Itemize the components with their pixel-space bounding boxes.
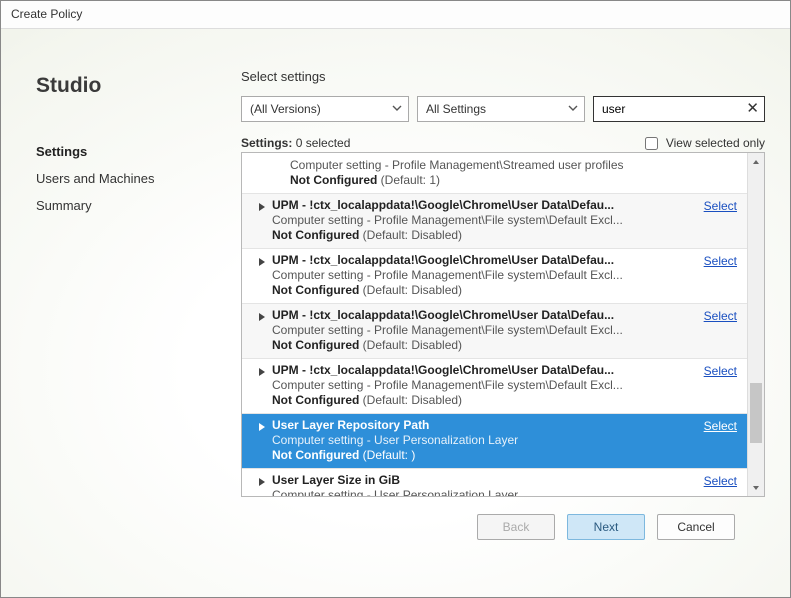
list-item[interactable]: UPM - !ctx_localappdata!\Google\Chrome\U…: [242, 194, 747, 249]
search-box[interactable]: ✕: [593, 96, 765, 122]
versions-dropdown-value: (All Versions): [250, 102, 321, 116]
wizard-content: Select settings (All Versions) All Setti…: [216, 29, 790, 597]
selected-count: 0 selected: [296, 136, 351, 150]
versions-dropdown[interactable]: (All Versions): [241, 96, 409, 122]
expand-icon[interactable]: [258, 476, 266, 490]
expand-icon[interactable]: [258, 256, 266, 270]
item-config: Not Configured (Default: 1): [290, 173, 739, 187]
list-item[interactable]: UPM - !ctx_localappdata!\Google\Chrome\U…: [242, 304, 747, 359]
expand-icon[interactable]: [258, 311, 266, 325]
item-config: Not Configured (Default: Disabled): [272, 228, 739, 242]
dialog-window: Create Policy Studio SettingsUsers and M…: [0, 0, 791, 598]
item-title: UPM - !ctx_localappdata!\Google\Chrome\U…: [272, 308, 739, 322]
select-link[interactable]: Select: [704, 199, 737, 213]
item-subtitle: Computer setting - Profile Management\Fi…: [272, 268, 739, 282]
list-item[interactable]: UPM - !ctx_localappdata!\Google\Chrome\U…: [242, 249, 747, 304]
item-subtitle: Computer setting - Profile Management\Fi…: [272, 213, 739, 227]
window-title: Create Policy: [11, 7, 82, 21]
scroll-down-button[interactable]: [748, 479, 764, 496]
app-title: Studio: [36, 74, 216, 98]
back-button[interactable]: Back: [477, 514, 555, 540]
cancel-button[interactable]: Cancel: [657, 514, 735, 540]
clear-search-icon[interactable]: ✕: [746, 101, 759, 116]
list-item[interactable]: Computer setting - Profile Management\St…: [242, 153, 747, 194]
view-selected-only[interactable]: View selected only: [645, 136, 765, 150]
settings-list[interactable]: Computer setting - Profile Management\St…: [242, 153, 747, 496]
vertical-scrollbar[interactable]: [747, 153, 764, 496]
item-title: UPM - !ctx_localappdata!\Google\Chrome\U…: [272, 253, 739, 267]
select-link[interactable]: Select: [704, 364, 737, 378]
expand-icon[interactable]: [258, 421, 266, 435]
titlebar: Create Policy: [1, 1, 790, 29]
dialog-body: Studio SettingsUsers and MachinesSummary…: [1, 29, 790, 597]
item-subtitle: Computer setting - User Personalization …: [272, 433, 739, 447]
settings-list-container: Computer setting - Profile Management\St…: [241, 152, 765, 497]
expand-icon[interactable]: [258, 201, 266, 215]
scope-dropdown[interactable]: All Settings: [417, 96, 585, 122]
wizard-nav: SettingsUsers and MachinesSummary: [36, 138, 216, 219]
settings-count: Settings: 0 selected: [241, 136, 350, 150]
next-button[interactable]: Next: [567, 514, 645, 540]
status-row: Settings: 0 selected View selected only: [241, 136, 765, 150]
chevron-down-icon: [567, 102, 579, 117]
filter-row: (All Versions) All Settings ✕: [241, 96, 765, 122]
item-title: User Layer Repository Path: [272, 418, 739, 432]
expand-icon[interactable]: [258, 366, 266, 380]
item-config: Not Configured (Default: Disabled): [272, 393, 739, 407]
select-link[interactable]: Select: [704, 254, 737, 268]
item-title: UPM - !ctx_localappdata!\Google\Chrome\U…: [272, 198, 739, 212]
scroll-up-button[interactable]: [748, 153, 764, 170]
scope-dropdown-value: All Settings: [426, 102, 486, 116]
item-config: Not Configured (Default: Disabled): [272, 283, 739, 297]
list-item[interactable]: User Layer Size in GiBComputer setting -…: [242, 469, 747, 496]
select-link[interactable]: Select: [704, 419, 737, 433]
select-link[interactable]: Select: [704, 474, 737, 488]
item-title: UPM - !ctx_localappdata!\Google\Chrome\U…: [272, 363, 739, 377]
view-selected-checkbox[interactable]: [645, 137, 658, 150]
item-subtitle: Computer setting - Profile Management\St…: [290, 158, 739, 172]
item-config: Not Configured (Default: Disabled): [272, 338, 739, 352]
dialog-footer: Back Next Cancel: [241, 497, 765, 557]
search-input[interactable]: [594, 102, 764, 116]
item-config: Not Configured (Default: ): [272, 448, 739, 462]
sidebar-item-settings[interactable]: Settings: [36, 138, 216, 165]
list-item[interactable]: UPM - !ctx_localappdata!\Google\Chrome\U…: [242, 359, 747, 414]
wizard-sidebar: Studio SettingsUsers and MachinesSummary: [1, 29, 216, 597]
list-item[interactable]: User Layer Repository PathComputer setti…: [242, 414, 747, 469]
select-link[interactable]: Select: [704, 309, 737, 323]
chevron-down-icon: [391, 102, 403, 117]
scroll-thumb[interactable]: [750, 383, 762, 443]
view-selected-label: View selected only: [666, 136, 765, 150]
sidebar-item-summary[interactable]: Summary: [36, 192, 216, 219]
item-subtitle: Computer setting - Profile Management\Fi…: [272, 323, 739, 337]
item-title: User Layer Size in GiB: [272, 473, 739, 487]
item-subtitle: Computer setting - Profile Management\Fi…: [272, 378, 739, 392]
item-subtitle: Computer setting - User Personalization …: [272, 488, 739, 496]
section-heading: Select settings: [241, 69, 765, 84]
sidebar-item-users-and-machines[interactable]: Users and Machines: [36, 165, 216, 192]
settings-label: Settings:: [241, 136, 292, 150]
